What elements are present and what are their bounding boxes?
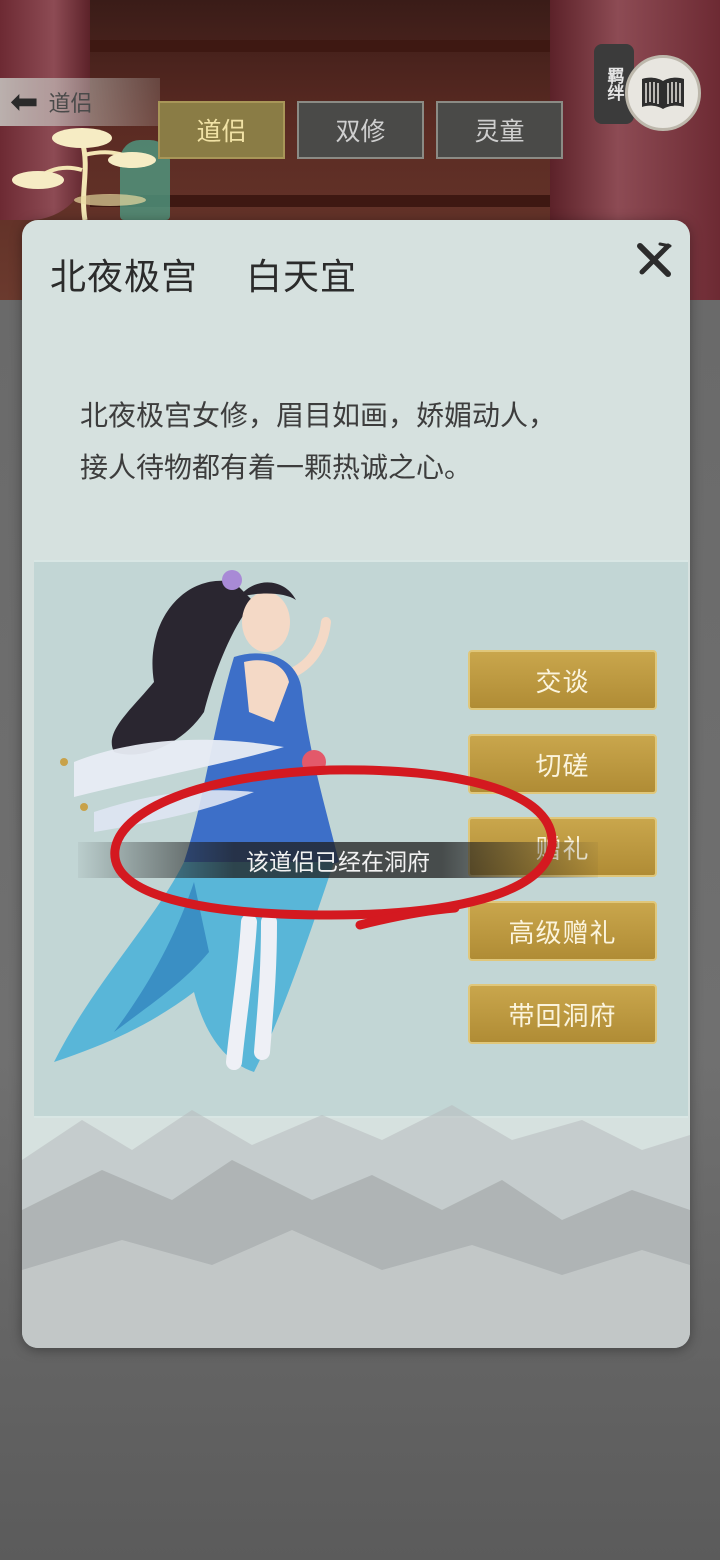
companion-detail-panel: 北夜极宫 白天宜 北夜极宫女修，眉目如画，娇媚动人， 接人待物都有着一颗热诚之心。	[22, 220, 690, 1348]
talk-button[interactable]: 交谈	[468, 650, 657, 710]
close-button[interactable]	[630, 236, 678, 284]
pine-tree-icon	[12, 128, 156, 220]
ink-mountains	[22, 1105, 690, 1348]
tab-bar: 道侣 双修 灵童	[158, 101, 563, 159]
close-icon	[637, 242, 672, 277]
bond-label: 羁绊	[603, 67, 624, 101]
back-arrow-icon: ⬅	[10, 82, 39, 122]
panel-title: 北夜极宫 白天宜	[50, 248, 405, 300]
character-portrait	[54, 570, 339, 1072]
tab-spirit-child[interactable]: 灵童	[436, 101, 563, 159]
spar-button[interactable]: 切磋	[468, 734, 657, 794]
palace-beam	[90, 40, 550, 52]
sect-name: 北夜极宫	[50, 257, 199, 298]
premium-gift-button[interactable]: 高级赠礼	[468, 901, 657, 961]
bring-to-cave-button[interactable]: 带回洞府	[468, 984, 657, 1044]
tab-dual-cultivation[interactable]: 双修	[297, 101, 424, 159]
back-button[interactable]: ⬅ 道侣	[0, 78, 160, 126]
status-toast: 该道侣已经在洞府	[78, 842, 598, 878]
companion-name: 白天宜	[246, 257, 358, 298]
description-line: 北夜极宫女修，眉目如画，娇媚动人，	[80, 399, 557, 432]
description-line: 接人待物都有着一颗热诚之心。	[80, 451, 473, 484]
companion-description: 北夜极宫女修，眉目如画，娇媚动人， 接人待物都有着一颗热诚之心。	[80, 390, 640, 494]
character-stage: 交谈 切磋 赠礼 高级赠礼 带回洞府	[34, 560, 688, 1118]
open-book-glyph	[642, 77, 684, 109]
back-label: 道侣	[48, 92, 93, 117]
book-icon[interactable]	[625, 55, 701, 131]
tab-companion[interactable]: 道侣	[158, 101, 285, 159]
